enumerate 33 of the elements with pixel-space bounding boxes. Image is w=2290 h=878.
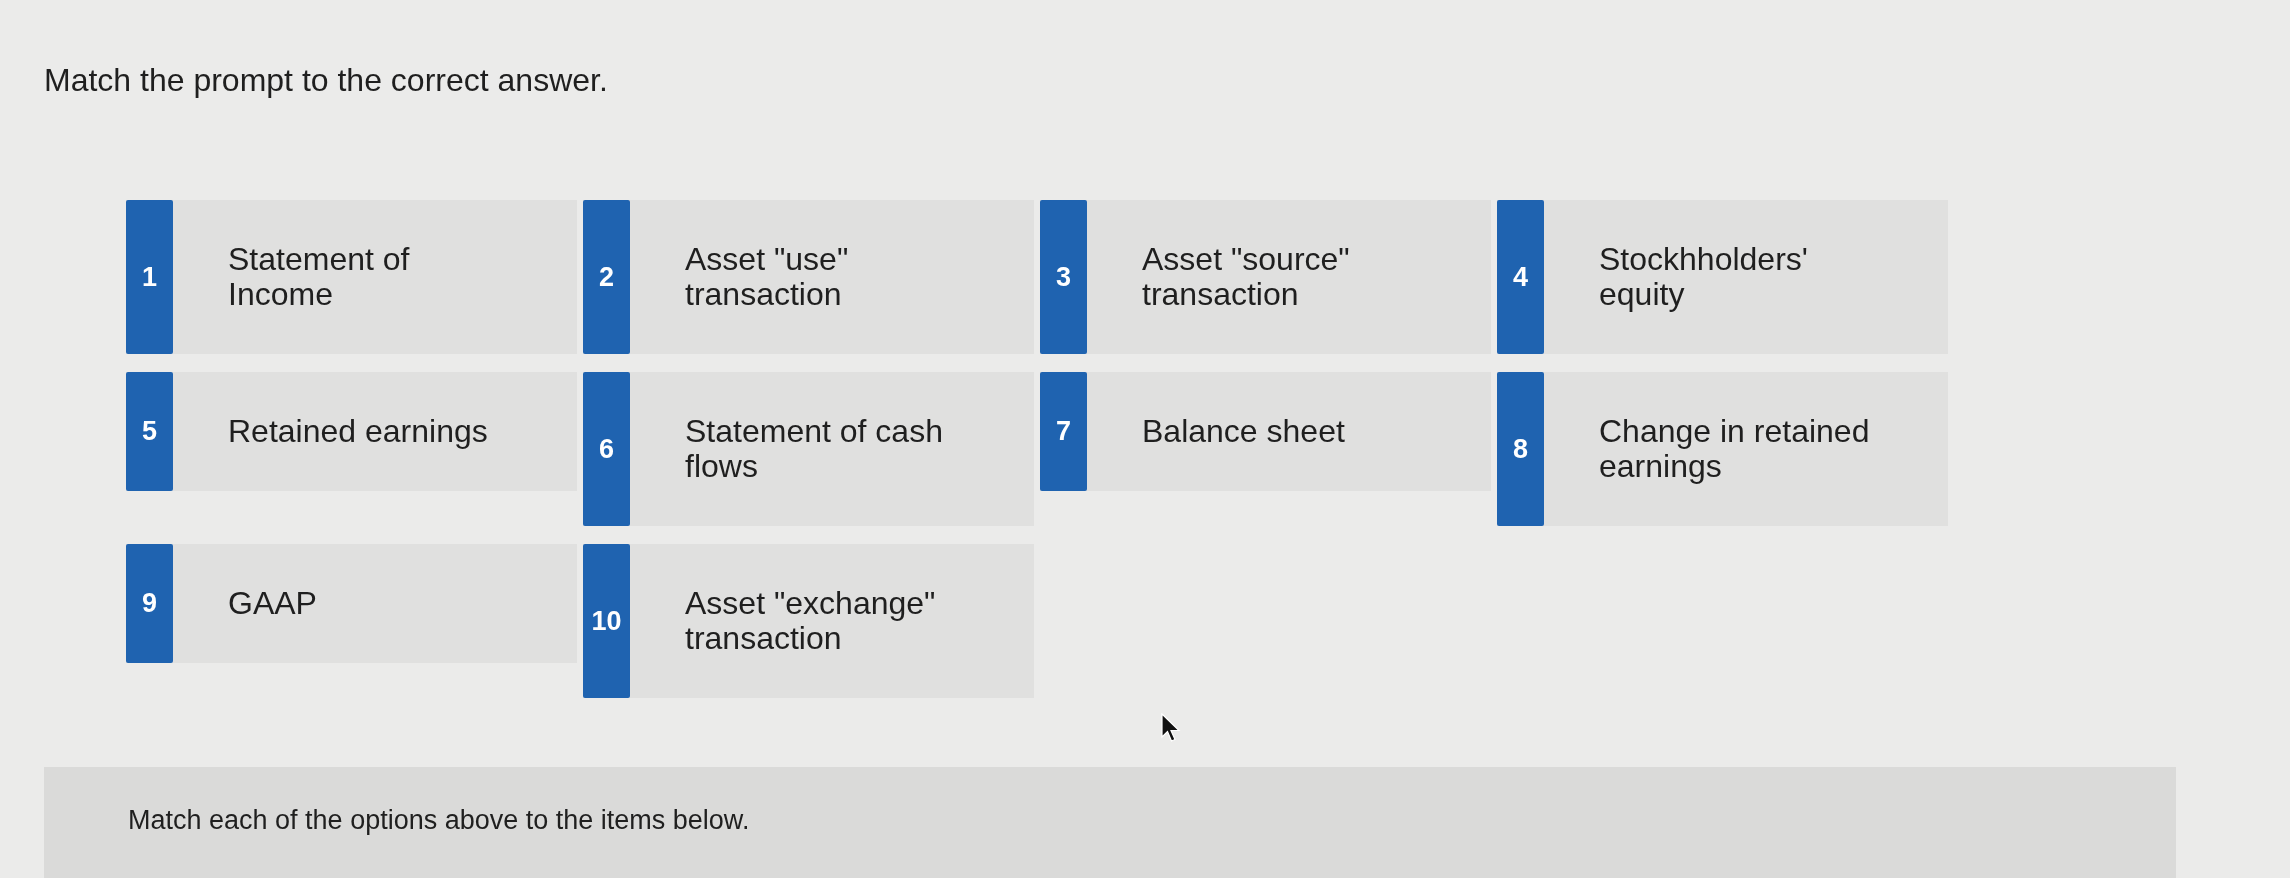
option-text: Retained earnings [227, 412, 488, 451]
option-text: Asset "exchange" transaction [684, 584, 937, 658]
option-card[interactable]: 2 Asset "use" transaction [583, 200, 1034, 354]
option-card[interactable]: 1 Statement of Income [126, 200, 577, 354]
instructions-text: Match each of the options above to the items below. [128, 804, 751, 837]
option-card[interactable]: 7 Balance sheet [1040, 372, 1491, 491]
number-tab[interactable]: 7 [1040, 372, 1087, 491]
number-tab[interactable]: 6 [583, 372, 630, 526]
option-card[interactable]: 5 Retained earnings [126, 372, 577, 491]
option-card[interactable]: 9 GAAP [126, 544, 577, 663]
option-text: Asset "use" transaction [684, 240, 850, 314]
option-text: Stockhholders' equity [1598, 240, 1809, 314]
option-card[interactable]: 4 Stockhholders' equity [1497, 200, 1948, 354]
number-tab[interactable]: 5 [126, 372, 173, 491]
number-tab[interactable]: 3 [1040, 200, 1087, 354]
number-tab[interactable]: 2 [583, 200, 630, 354]
option-text: GAAP [227, 584, 317, 623]
number-tab[interactable]: 1 [126, 200, 173, 354]
option-text: Statement of Income [227, 240, 411, 314]
option-card[interactable]: 10 Asset "exchange" transaction [583, 544, 1034, 698]
option-text: Statement of cash flows [684, 412, 944, 486]
option-card[interactable]: 8 Change in retained earnings [1497, 372, 1948, 526]
number-tab[interactable]: 10 [583, 544, 630, 698]
option-card[interactable]: 6 Statement of cash flows [583, 372, 1034, 526]
question-prompt: Match the prompt to the correct answer. [44, 61, 609, 99]
option-text: Change in retained earnings [1598, 412, 1871, 486]
option-text: Asset "source" transaction [1141, 240, 1351, 314]
mouse-pointer-icon [1161, 713, 1181, 743]
option-text: Balance sheet [1141, 412, 1345, 451]
number-tab[interactable]: 9 [126, 544, 173, 663]
option-card[interactable]: 3 Asset "source" transaction [1040, 200, 1491, 354]
number-tab[interactable]: 8 [1497, 372, 1544, 526]
number-tab[interactable]: 4 [1497, 200, 1544, 354]
